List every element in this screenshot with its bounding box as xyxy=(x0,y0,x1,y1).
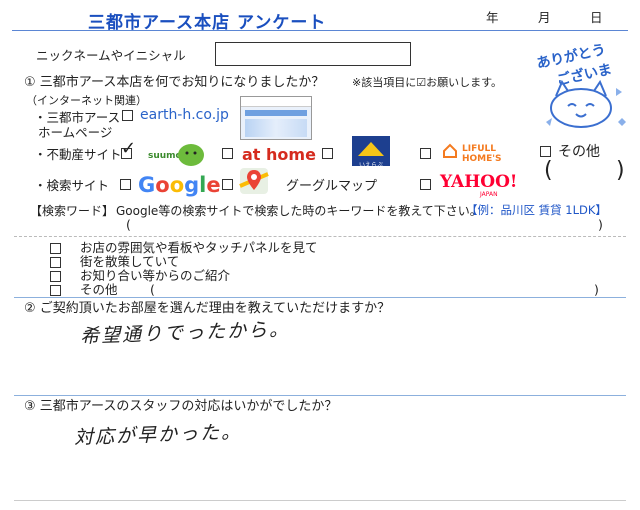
google-logo: Google xyxy=(138,173,221,197)
section-divider-3 xyxy=(14,500,626,501)
homepage-screenshot xyxy=(240,96,312,140)
athome-logo: at home xyxy=(242,145,316,164)
other-paren-open: ( xyxy=(544,158,553,183)
homepage-label: ・三都市アース xyxy=(34,110,121,125)
google-maps-icon xyxy=(239,168,269,194)
q3-answer: 対応が早かった。 xyxy=(73,421,243,449)
thank-you-sticker: ありがとう ございます。 xyxy=(528,40,634,132)
maps-checkbox[interactable] xyxy=(222,179,233,190)
month-label: 月 xyxy=(538,10,551,25)
house-icon xyxy=(358,142,384,156)
year-label: 年 xyxy=(486,10,499,25)
google-checkbox[interactable] xyxy=(120,179,131,190)
title-underline xyxy=(12,30,628,31)
day-label: 日 xyxy=(590,10,603,25)
divider xyxy=(14,236,626,237)
yahoo-japan: JAPAN xyxy=(480,191,498,198)
keyword-paren-close: ) xyxy=(598,217,603,232)
q1-question: ① 三都市アース本店を何でお知りになりましたか？ xyxy=(24,75,325,90)
section-divider-2 xyxy=(14,395,626,396)
keyword-example: 【例：品川区 賃貸 1LDK】 xyxy=(466,203,607,217)
keyword-desc: Google等の検索サイトで検索した時のキーワードを教えて下さい。 xyxy=(116,204,482,218)
maps-label: グーグルマップ xyxy=(286,179,378,194)
ieichiba-text: いえらぶ xyxy=(358,162,383,169)
keyword-label: 【検索ワード】 xyxy=(30,204,115,218)
other-site-checkbox[interactable] xyxy=(540,146,551,157)
q3-question: ③ 三都市アースのスタッフの対応はいかがでしたか？ xyxy=(24,399,338,414)
option-label-4: その他 xyxy=(80,282,118,297)
yahoo-checkbox[interactable] xyxy=(420,179,431,190)
internet-label: （インターネット関連） xyxy=(26,94,147,107)
homepage-label-2: ホームページ xyxy=(38,125,113,140)
other-paren-close: ) xyxy=(616,158,625,183)
keyword-paren-open: ( xyxy=(126,217,131,232)
option-checkbox-2[interactable] xyxy=(50,257,61,268)
athome-checkbox[interactable] xyxy=(222,148,233,159)
other-site-label: その他 xyxy=(558,144,600,160)
homes-logo: LIFULL HOME'S xyxy=(462,144,502,164)
option-checkbox-4[interactable] xyxy=(50,285,61,296)
homepage-url: earth-h.co.jp xyxy=(140,107,229,123)
ieichiba-logo: いえらぶ xyxy=(352,136,390,169)
q2-answer: 希望通りでったから。 xyxy=(79,318,291,348)
nickname-label: ニックネームやイニシャル xyxy=(36,48,186,63)
nickname-field[interactable] xyxy=(215,42,411,66)
realestate-label: ・不動産サイト xyxy=(34,147,122,162)
option-other-paren-close: ) xyxy=(594,282,599,297)
option-label-1: お店の雰囲気や看板やタッチパネルを見て xyxy=(80,240,318,255)
homes-checkbox[interactable] xyxy=(420,148,431,159)
suumo-mascot-icon xyxy=(178,144,204,166)
check-mark: ✓ xyxy=(121,138,137,159)
q2-question: ② ご契約頂いたお部屋を選んだ理由を教えていただけますか？ xyxy=(24,301,391,316)
homes-house-icon xyxy=(443,143,457,158)
homepage-checkbox[interactable] xyxy=(122,110,133,121)
ieichiba-checkbox[interactable] xyxy=(322,148,333,159)
keyword-field[interactable] xyxy=(134,218,594,233)
yahoo-logo: YAHOO! xyxy=(440,172,518,192)
section-divider-1 xyxy=(14,297,626,298)
option-checkbox-1[interactable] xyxy=(50,243,61,254)
search-label: ・検索サイト xyxy=(34,178,110,193)
cat-icon xyxy=(546,79,626,128)
option-other-paren-open: ( xyxy=(150,282,155,297)
q1-note: ※該当項目に☑お願いします。 xyxy=(352,76,502,89)
option-label-2: 街を散策していて xyxy=(80,254,180,269)
option-label-3: お知り合い等からのご紹介 xyxy=(80,268,231,283)
option-checkbox-3[interactable] xyxy=(50,271,61,282)
